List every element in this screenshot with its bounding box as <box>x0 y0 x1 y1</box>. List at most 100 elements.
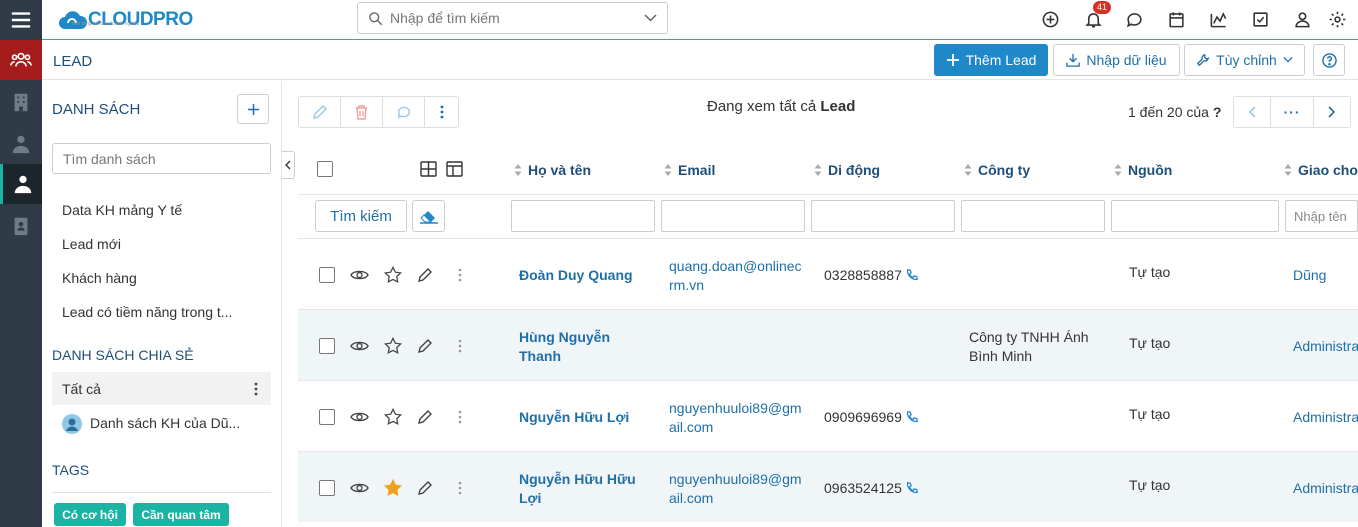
grid-view-icon[interactable] <box>420 161 437 177</box>
column-header-source[interactable]: Nguồn <box>1114 162 1172 178</box>
pencil-icon[interactable] <box>415 478 435 498</box>
column-header-name[interactable]: Họ và tên <box>514 162 591 178</box>
rail-person-icon[interactable] <box>0 164 42 204</box>
table-row[interactable]: Hùng Nguyễn Thanh Công ty TNHH Ánh Bình … <box>298 309 1358 380</box>
more-vertical-icon[interactable] <box>252 381 260 397</box>
delete-button[interactable] <box>340 96 383 128</box>
table-row[interactable]: Nguyễn Hữu Lợi nguyenhuuloi89@gmail.com … <box>298 380 1358 451</box>
chevron-down-icon[interactable] <box>644 13 657 23</box>
list-item[interactable]: Lead có tiềm năng trong t... <box>62 304 232 320</box>
column-header-owner[interactable]: Giao cho <box>1284 162 1358 178</box>
filter-search-button[interactable]: Tìm kiếm <box>315 200 407 232</box>
more-vertical-icon[interactable] <box>450 407 470 427</box>
table-row[interactable]: Đoàn Duy Quang quang.doan@onlinecrm.vn 0… <box>298 238 1358 309</box>
column-layout-icon[interactable] <box>446 161 463 177</box>
lead-email-link[interactable]: quang.doan@onlinecrm.vn <box>669 257 804 295</box>
clear-filter-button[interactable] <box>412 200 445 232</box>
select-all-checkbox[interactable] <box>317 161 333 177</box>
comment-button[interactable] <box>382 96 425 128</box>
prev-page-button[interactable] <box>1233 96 1271 128</box>
lead-email-link[interactable]: nguyenhuuloi89@gmail.com <box>669 399 804 437</box>
collapse-sidebar-button[interactable] <box>282 151 295 179</box>
phone-icon[interactable] <box>905 268 919 282</box>
lead-phone[interactable]: 0963524125 <box>824 479 919 498</box>
download-icon <box>1066 53 1081 67</box>
edit-button[interactable] <box>298 96 341 128</box>
task-check-icon[interactable] <box>1249 8 1271 30</box>
calendar-icon[interactable] <box>1165 8 1187 30</box>
lead-email-link[interactable]: nguyenhuuloi89@gmail.com <box>669 470 804 508</box>
list-item[interactable]: Data KH mảng Y tế <box>62 202 182 218</box>
column-header-email[interactable]: Email <box>664 162 715 178</box>
view-eye-icon[interactable] <box>349 265 369 285</box>
pager-help-icon[interactable]: ? <box>1213 104 1222 120</box>
lead-name-link[interactable]: Đoàn Duy Quang <box>519 266 644 285</box>
view-eye-icon[interactable] <box>349 336 369 356</box>
star-icon[interactable] <box>383 265 403 285</box>
filter-company-input[interactable] <box>961 200 1105 232</box>
pencil-icon[interactable] <box>415 407 435 427</box>
add-circle-icon[interactable] <box>1039 8 1061 30</box>
add-list-button[interactable] <box>237 94 269 124</box>
cloudpro-logo[interactable]: CLOUDPRO <box>58 6 193 34</box>
filter-owner-input[interactable] <box>1285 200 1358 232</box>
rail-contacts-icon[interactable] <box>0 124 42 164</box>
tag-chip[interactable]: Cần quan tâm <box>133 503 229 526</box>
help-button[interactable] <box>1313 44 1345 76</box>
global-search[interactable] <box>357 2 668 34</box>
rail-contact-card-icon[interactable] <box>0 206 42 246</box>
import-data-button[interactable]: Nhập dữ liệu <box>1053 44 1180 76</box>
pencil-icon[interactable] <box>415 265 435 285</box>
more-actions-button[interactable] <box>424 96 459 128</box>
star-icon[interactable] <box>383 407 403 427</box>
list-item[interactable]: Lead mới <box>62 236 121 252</box>
search-input[interactable] <box>390 3 630 33</box>
next-page-button[interactable] <box>1313 96 1351 128</box>
phone-icon[interactable] <box>905 481 919 495</box>
pencil-icon[interactable] <box>415 336 435 356</box>
rail-company-icon[interactable] <box>0 82 42 122</box>
lead-owner-link[interactable]: Administrator <box>1293 408 1358 427</box>
user-profile-icon[interactable] <box>1291 8 1313 30</box>
settings-gear-icon[interactable] <box>1326 8 1348 30</box>
column-header-mobile[interactable]: Di động <box>814 162 880 178</box>
filter-source-input[interactable] <box>1111 200 1279 232</box>
shared-list-item[interactable]: Danh sách KH của Dũ... <box>90 415 240 431</box>
row-checkbox[interactable] <box>319 479 335 496</box>
phone-icon[interactable] <box>905 410 919 424</box>
view-eye-icon[interactable] <box>349 478 369 498</box>
star-icon[interactable] <box>383 478 403 498</box>
list-item[interactable]: Khách hàng <box>62 270 137 286</box>
lead-owner-link[interactable]: Dũng <box>1293 266 1326 285</box>
page-more-button[interactable]: ··· <box>1270 96 1314 128</box>
filter-name-input[interactable] <box>511 200 655 232</box>
hamburger-menu-icon[interactable] <box>0 0 42 40</box>
row-checkbox[interactable] <box>319 266 335 283</box>
column-header-company[interactable]: Công ty <box>964 162 1030 178</box>
row-checkbox[interactable] <box>319 408 335 425</box>
table-row[interactable]: Nguyễn Hữu Hữu Lợi nguyenhuuloi89@gmail.… <box>298 451 1358 522</box>
lead-phone[interactable]: 0909696969 <box>824 408 919 427</box>
view-eye-icon[interactable] <box>349 407 369 427</box>
filter-email-input[interactable] <box>661 200 805 232</box>
row-checkbox[interactable] <box>319 337 335 354</box>
rail-leads-icon[interactable] <box>0 40 42 80</box>
report-chart-icon[interactable] <box>1207 8 1229 30</box>
filter-mobile-input[interactable] <box>811 200 955 232</box>
list-search-input[interactable] <box>52 143 271 174</box>
tag-chip[interactable]: Có cơ hội <box>54 503 126 526</box>
lead-name-link[interactable]: Nguyễn Hữu Lợi <box>519 408 644 427</box>
more-vertical-icon[interactable] <box>450 336 470 356</box>
more-vertical-icon[interactable] <box>450 265 470 285</box>
lead-phone[interactable]: 0328858887 <box>824 266 919 285</box>
lead-owner-link[interactable]: Administrator <box>1293 479 1358 498</box>
more-vertical-icon[interactable] <box>450 478 470 498</box>
customize-dropdown[interactable]: Tùy chỉnh <box>1184 44 1305 76</box>
add-lead-button[interactable]: Thêm Lead <box>934 44 1048 76</box>
lead-name-link[interactable]: Nguyễn Hữu Hữu Lợi <box>519 470 644 508</box>
lead-name-link[interactable]: Hùng Nguyễn Thanh <box>519 328 644 366</box>
chat-bubble-icon[interactable] <box>1123 8 1145 30</box>
star-icon[interactable] <box>383 336 403 356</box>
lead-owner-link[interactable]: Administrator <box>1293 337 1358 356</box>
shared-list-item[interactable]: Tất cả <box>62 381 101 397</box>
